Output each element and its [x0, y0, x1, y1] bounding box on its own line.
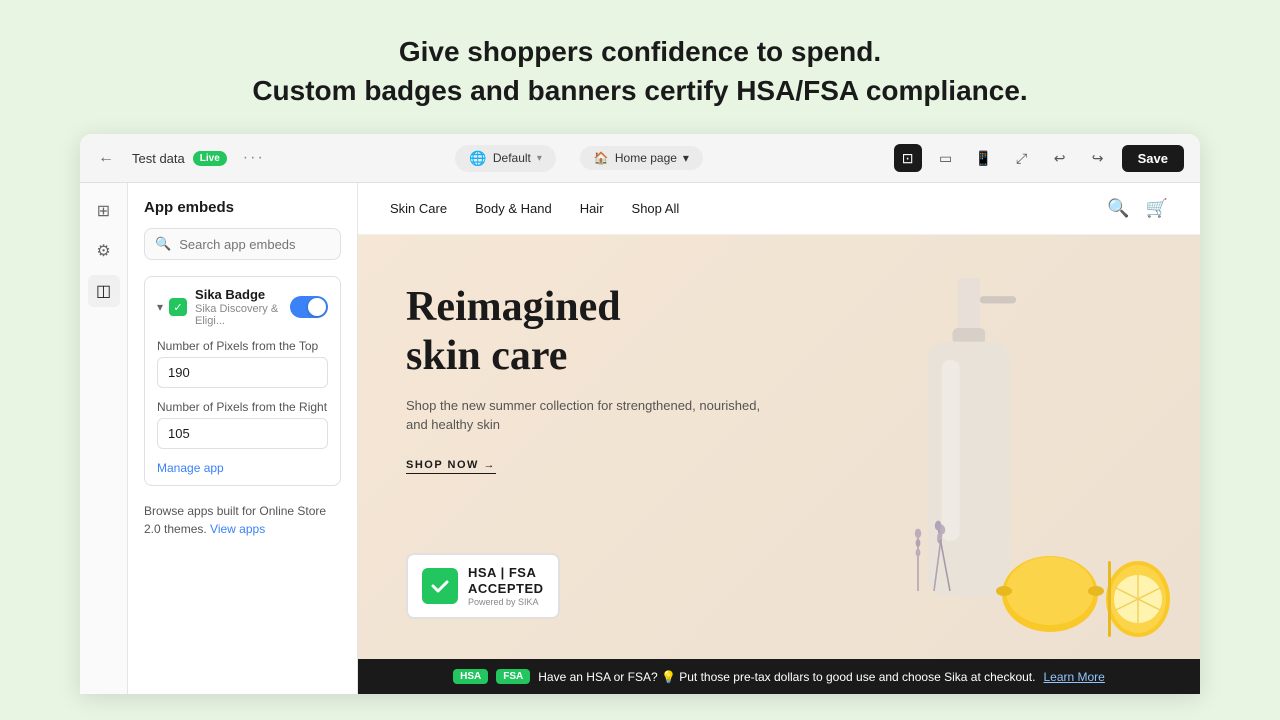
globe-icon: 🌐 — [469, 150, 486, 167]
embed-sub: Sika Discovery & Eligi... — [195, 303, 290, 327]
default-label: Default — [493, 151, 531, 165]
desktop-icon[interactable]: ⊡ — [894, 144, 922, 172]
chevron-down-icon: ▾ — [683, 151, 689, 165]
embed-info: Sika Badge Sika Discovery & Eligi... — [195, 287, 290, 327]
save-button[interactable]: Save — [1122, 145, 1184, 172]
hsa-check-icon — [422, 568, 458, 604]
store-nav: Skin Care Body & Hand Hair Shop All 🔍 🛒 — [358, 183, 1200, 235]
theme-selector[interactable]: 🌐 Default ▾ — [455, 145, 556, 172]
lavender-svg — [900, 519, 1000, 599]
learn-more-link[interactable]: Learn More — [1043, 670, 1104, 684]
toolbar-right: ⊡ ▭ 📱 ⤢ ↩ ↪ Save — [894, 144, 1184, 172]
redo-button[interactable]: ↪ — [1084, 144, 1112, 172]
manage-app-link[interactable]: Manage app — [157, 461, 328, 475]
sidebar-icons: ⊞ ⚙ ◫ — [80, 183, 128, 694]
sidebar-icon-settings[interactable]: ⚙ — [88, 235, 120, 267]
page-selector[interactable]: 🏠 Home page ▾ — [580, 146, 703, 170]
nav-shop-all[interactable]: Shop All — [632, 201, 680, 216]
embed-header: ▾ ✓ Sika Badge Sika Discovery & Eligi... — [157, 287, 328, 327]
collapse-icon[interactable]: ▾ — [157, 300, 163, 314]
store-banner: HSA FSA Have an HSA or FSA? 💡 Put those … — [358, 659, 1200, 694]
hsa-badge: HSA | FSA ACCEPTED Powered by SIKA — [406, 553, 560, 619]
search-icon[interactable]: 🔍 — [1107, 198, 1129, 219]
embed-check-icon: ✓ — [169, 298, 187, 316]
sidebar-icon-embeds[interactable]: ◫ — [88, 275, 120, 307]
tablet-icon[interactable]: ▭ — [932, 144, 960, 172]
browser-tab[interactable]: Test data Live — [132, 151, 227, 166]
undo-button[interactable]: ↩ — [1046, 144, 1074, 172]
hsa-badge-powered: Powered by SIKA — [468, 597, 544, 608]
search-icon: 🔍 — [155, 236, 171, 252]
search-box[interactable]: 🔍 — [144, 228, 341, 260]
nav-body-hand[interactable]: Body & Hand — [475, 201, 552, 216]
pixels-top-input[interactable] — [157, 357, 328, 388]
hero-desc: Shop the new summer collection for stren… — [406, 396, 766, 435]
pixels-right-input[interactable] — [157, 418, 328, 449]
home-icon: 🏠 — [594, 151, 609, 165]
embeds-panel: App embeds 🔍 ▾ ✓ Sika Badge Sika Discove… — [128, 183, 358, 694]
panel-title: App embeds — [144, 199, 341, 216]
live-badge: Live — [193, 151, 227, 166]
browser-toolbar: ← Test data Live ··· 🌐 Default ▾ 🏠 Home … — [80, 134, 1200, 183]
page-label: Home page — [615, 151, 677, 165]
nav-links: Skin Care Body & Hand Hair Shop All — [390, 201, 679, 216]
view-apps-link[interactable]: View apps — [210, 522, 265, 536]
hsa-tag: HSA — [453, 669, 488, 684]
embed-toggle[interactable] — [290, 296, 328, 318]
promo-header: Give shoppers confidence to spend. Custo… — [0, 0, 1280, 134]
chevron-down-icon: ▾ — [537, 153, 542, 164]
tab-label: Test data — [132, 151, 185, 166]
field2-label: Number of Pixels from the Right — [157, 400, 328, 414]
search-input[interactable] — [179, 237, 330, 252]
embed-item-sika: ▾ ✓ Sika Badge Sika Discovery & Eligi...… — [144, 276, 341, 486]
hsa-badge-title: HSA | FSA — [468, 565, 544, 581]
banner-text: Have an HSA or FSA? 💡 Put those pre-tax … — [538, 670, 1035, 684]
browse-text: Browse apps built for Online Store 2.0 t… — [144, 502, 341, 538]
store-preview: Skin Care Body & Hand Hair Shop All 🔍 🛒 — [358, 183, 1200, 694]
browser-center: 🌐 Default ▾ 🏠 Home page ▾ — [281, 145, 878, 172]
hero-content: Reimagined skin care Shop the new summer… — [406, 283, 766, 473]
more-options-button[interactable]: ··· — [243, 149, 265, 167]
hero-title: Reimagined skin care — [406, 283, 766, 380]
store-nav-icons: 🔍 🛒 — [1107, 198, 1168, 219]
mobile-icon[interactable]: 📱 — [970, 144, 998, 172]
zoom-icon[interactable]: ⤢ — [1008, 144, 1036, 172]
store-hero: Reimagined skin care Shop the new summer… — [358, 235, 1200, 659]
browser-window: ← Test data Live ··· 🌐 Default ▾ 🏠 Home … — [80, 134, 1200, 694]
back-button[interactable]: ← — [96, 148, 116, 168]
hsa-badge-accepted: ACCEPTED — [468, 581, 544, 597]
hero-cta-button[interactable]: SHOP NOW → — [406, 459, 496, 474]
browser-body: ⊞ ⚙ ◫ App embeds 🔍 ▾ ✓ Sika Badge Sika D… — [80, 183, 1200, 694]
sidebar-icon-pages[interactable]: ⊞ — [88, 195, 120, 227]
nav-skin-care[interactable]: Skin Care — [390, 201, 447, 216]
cart-icon[interactable]: 🛒 — [1146, 198, 1168, 219]
preview-area: Skin Care Body & Hand Hair Shop All 🔍 🛒 — [358, 183, 1200, 694]
promo-title: Give shoppers confidence to spend. Custo… — [20, 32, 1260, 110]
embed-name: Sika Badge — [195, 287, 290, 302]
hsa-text-block: HSA | FSA ACCEPTED Powered by SIKA — [468, 565, 544, 607]
fsa-tag: FSA — [496, 669, 530, 684]
nav-hair[interactable]: Hair — [580, 201, 604, 216]
lemon-svg — [990, 519, 1170, 639]
field1-label: Number of Pixels from the Top — [157, 339, 328, 353]
